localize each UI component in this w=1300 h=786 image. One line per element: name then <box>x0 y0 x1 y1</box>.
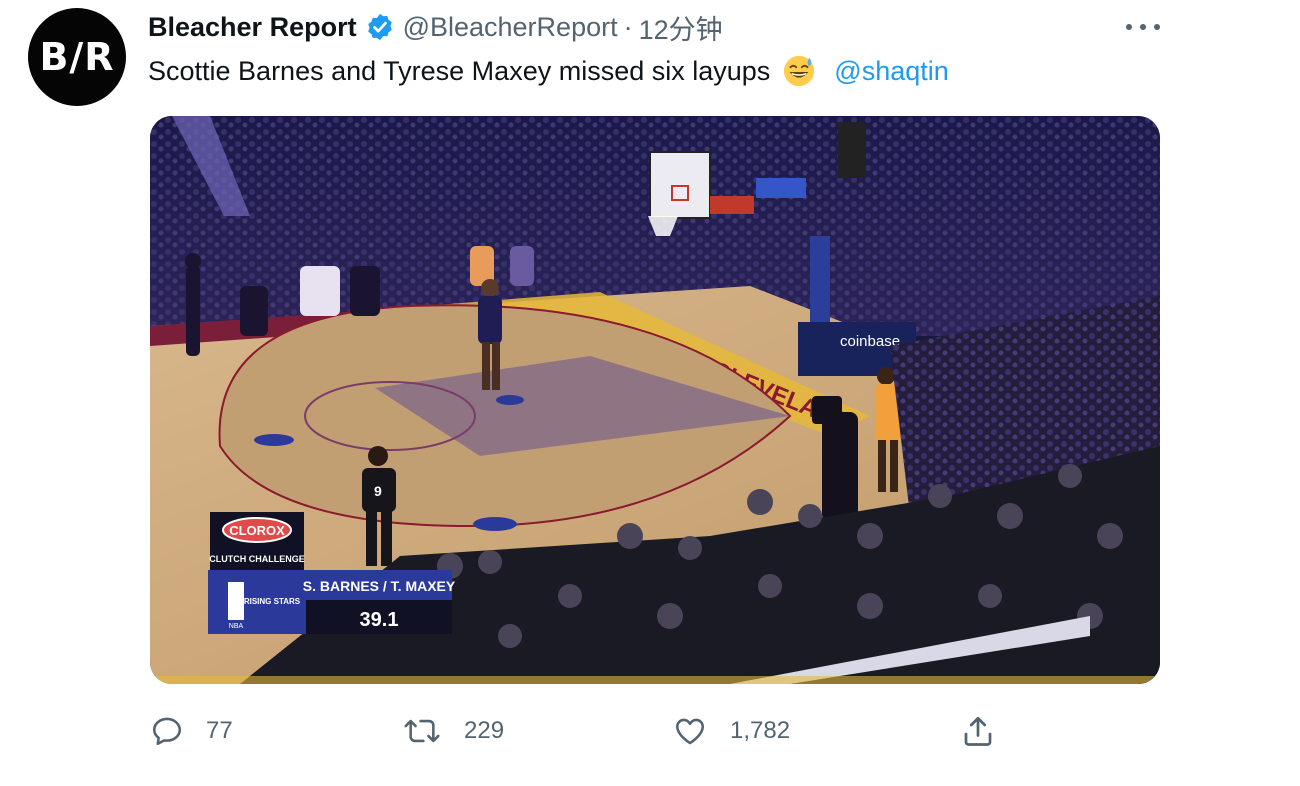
league-logo: NBA <box>229 623 244 630</box>
timestamp[interactable]: 12分钟 <box>639 8 723 47</box>
retweet-count: 229 <box>464 717 505 744</box>
grinning-sweat-emoji-icon <box>784 55 815 87</box>
more-dot <box>1140 24 1146 30</box>
verified-badge-icon <box>367 13 392 41</box>
reply-count: 77 <box>206 717 233 744</box>
tweet: B/R Bleacher Report @BleacherReport · 12… <box>0 0 1300 786</box>
like-count: 1,782 <box>730 717 791 744</box>
retweet-button[interactable]: 229 <box>402 708 504 754</box>
sponsor-logo: CLOROX <box>229 523 285 538</box>
avatar-logo: B/R <box>39 35 115 79</box>
action-bar: 77 229 1,782 <box>0 708 1300 754</box>
like-button[interactable]: 1,782 <box>672 708 790 754</box>
video-media[interactable]: CLEVELAND coinbase 9 CLOROX CLUTCH CHALL… <box>150 116 1160 684</box>
more-dot <box>1126 24 1132 30</box>
more-dot <box>1154 24 1160 30</box>
event-title: CLUTCH CHALLENGE <box>209 554 305 564</box>
display-name[interactable]: Bleacher Report <box>148 12 357 43</box>
tweet-header: Bleacher Report @BleacherReport · 12分钟 <box>148 8 723 46</box>
share-icon <box>964 716 992 746</box>
tweet-body: Scottie Barnes and Tyrese Maxey missed s… <box>148 55 771 86</box>
game-clock: 39.1 <box>360 609 399 631</box>
share-button[interactable] <box>960 708 1018 754</box>
game-logo: RISING STARS <box>244 597 301 606</box>
arena-scene: CLEVELAND coinbase 9 CLOROX CLUTCH CHALL… <box>150 116 1160 684</box>
heart-icon <box>675 718 705 745</box>
separator-dot: · <box>623 11 633 42</box>
mention-link[interactable]: @shaqtin <box>834 56 948 87</box>
reply-button[interactable]: 77 <box>150 708 233 754</box>
tweet-text: Scottie Barnes and Tyrese Maxey missed s… <box>148 52 949 90</box>
reply-icon <box>152 717 182 746</box>
more-icon[interactable] <box>1126 14 1160 40</box>
referee-number: 9 <box>374 483 382 499</box>
retweet-icon <box>404 719 440 743</box>
avatar[interactable]: B/R <box>28 8 126 106</box>
player-names: S. BARNES / T. MAXEY <box>303 578 456 594</box>
user-handle[interactable]: @BleacherReport <box>403 12 618 43</box>
